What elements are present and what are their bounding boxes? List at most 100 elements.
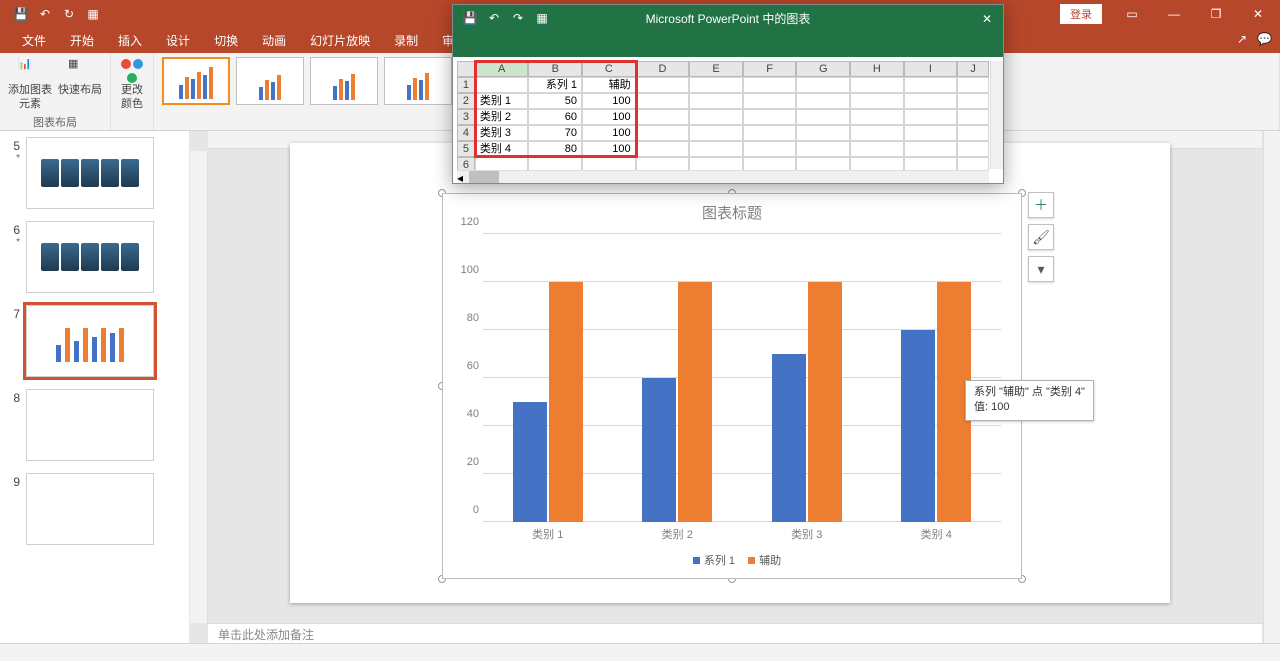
slide-thumb-7[interactable]: 7: [6, 305, 185, 377]
cell-C3[interactable]: 100: [582, 109, 636, 125]
cell-F5[interactable]: [743, 141, 797, 157]
cell-G5[interactable]: [796, 141, 850, 157]
excel-horizontal-scrollbar[interactable]: ◂: [457, 170, 989, 183]
cell-B4[interactable]: 70: [528, 125, 582, 141]
cell-A3[interactable]: 类别 2: [475, 109, 529, 125]
cell-H2[interactable]: [850, 93, 904, 109]
notes-placeholder[interactable]: 单击此处添加备注: [208, 623, 1262, 643]
cell-B3[interactable]: 60: [528, 109, 582, 125]
bar-系列 1-类别 2[interactable]: [642, 378, 676, 522]
cell-C5[interactable]: 100: [582, 141, 636, 157]
cell-H4[interactable]: [850, 125, 904, 141]
cell-I5[interactable]: [904, 141, 958, 157]
cell-H5[interactable]: [850, 141, 904, 157]
tab-slideshow[interactable]: 幻灯片放映: [298, 28, 382, 53]
cell-I1[interactable]: [904, 77, 958, 93]
col-header-i[interactable]: I: [904, 61, 958, 77]
excel-chart-icon[interactable]: ▦: [533, 9, 551, 27]
cell-G2[interactable]: [796, 93, 850, 109]
col-header-e[interactable]: E: [689, 61, 743, 77]
cell-A1[interactable]: [475, 77, 529, 93]
cell-F2[interactable]: [743, 93, 797, 109]
row-header-4[interactable]: 4: [457, 125, 475, 141]
slide-thumb-6[interactable]: 6*: [6, 221, 185, 293]
cell-B5[interactable]: 80: [528, 141, 582, 157]
cell-D4[interactable]: [636, 125, 690, 141]
cell-B1[interactable]: 系列 1: [528, 77, 582, 93]
bar-系列 1-类别 1[interactable]: [513, 402, 547, 522]
cell-J5[interactable]: [957, 141, 989, 157]
cell-D2[interactable]: [636, 93, 690, 109]
tab-record[interactable]: 录制: [382, 28, 430, 53]
cell-B2[interactable]: 50: [528, 93, 582, 109]
undo-icon[interactable]: ↶: [34, 3, 56, 25]
slide-thumb-8[interactable]: 8: [6, 389, 185, 461]
excel-save-icon[interactable]: 💾: [461, 9, 479, 27]
col-header-h[interactable]: H: [850, 61, 904, 77]
redo-icon[interactable]: ↻: [58, 3, 80, 25]
tab-animation[interactable]: 动画: [250, 28, 298, 53]
cell-G3[interactable]: [796, 109, 850, 125]
row-header-2[interactable]: 2: [457, 93, 475, 109]
chart-style-2[interactable]: [236, 57, 304, 105]
close-icon[interactable]: ✕: [1238, 0, 1278, 28]
login-button[interactable]: 登录: [1060, 4, 1102, 24]
cell-H1[interactable]: [850, 77, 904, 93]
cell-I4[interactable]: [904, 125, 958, 141]
cell-C2[interactable]: 100: [582, 93, 636, 109]
tab-insert[interactable]: 插入: [106, 28, 154, 53]
share-icon[interactable]: ↗: [1237, 32, 1247, 46]
cell-F3[interactable]: [743, 109, 797, 125]
excel-vertical-scrollbar[interactable]: [990, 61, 1003, 169]
tab-transition[interactable]: 切换: [202, 28, 250, 53]
chart-styles-button[interactable]: 🖌: [1028, 224, 1054, 250]
save-icon[interactable]: 💾: [10, 3, 32, 25]
add-chart-element-button[interactable]: 📊 添加图表 元素: [8, 57, 52, 112]
col-header-a[interactable]: A: [475, 61, 529, 77]
row-header-3[interactable]: 3: [457, 109, 475, 125]
bar-系列 1-类别 4[interactable]: [901, 330, 935, 522]
col-header-j[interactable]: J: [957, 61, 989, 77]
col-header-b[interactable]: B: [528, 61, 582, 77]
cell-A4[interactable]: 类别 3: [475, 125, 529, 141]
quick-layout-button[interactable]: ▦ 快速布局: [58, 57, 102, 97]
excel-undo-icon[interactable]: ↶: [485, 9, 503, 27]
cell-C4[interactable]: 100: [582, 125, 636, 141]
chart-style-4[interactable]: [384, 57, 452, 105]
minimize-icon[interactable]: —: [1154, 0, 1194, 28]
cell-I3[interactable]: [904, 109, 958, 125]
slide-thumb-5[interactable]: 5*: [6, 137, 185, 209]
slide-panel[interactable]: 5* 6* 7 8 9: [0, 131, 190, 643]
cell-D1[interactable]: [636, 77, 690, 93]
col-header-c[interactable]: C: [582, 61, 636, 77]
excel-close-icon[interactable]: ✕: [977, 9, 997, 29]
cell-J3[interactable]: [957, 109, 989, 125]
chart-filters-button[interactable]: ▾: [1028, 256, 1054, 282]
cell-E5[interactable]: [689, 141, 743, 157]
excel-grid[interactable]: A B C D E F G H I J 1系列 1辅助2类别 1501003类别…: [457, 61, 989, 169]
cell-A5[interactable]: 类别 4: [475, 141, 529, 157]
chart-style-3[interactable]: [310, 57, 378, 105]
slide-thumb-9[interactable]: 9: [6, 473, 185, 545]
cell-C1[interactable]: 辅助: [582, 77, 636, 93]
cell-G4[interactable]: [796, 125, 850, 141]
tab-file[interactable]: 文件: [10, 28, 58, 53]
bar-辅助-类别 2[interactable]: [678, 282, 712, 522]
cell-D5[interactable]: [636, 141, 690, 157]
col-header-g[interactable]: G: [796, 61, 850, 77]
change-color-button[interactable]: 更改 颜色: [119, 57, 145, 112]
comments-icon[interactable]: 💬: [1257, 32, 1272, 46]
chart-style-1[interactable]: [162, 57, 230, 105]
select-all-corner[interactable]: [457, 61, 475, 77]
vertical-scrollbar[interactable]: [1263, 131, 1280, 643]
cell-E3[interactable]: [689, 109, 743, 125]
chart-object[interactable]: 图表标题 0 20 40 60 80 100 120 类别 1类别 2类别 3类…: [442, 193, 1022, 579]
cell-E4[interactable]: [689, 125, 743, 141]
row-header-5[interactable]: 5: [457, 141, 475, 157]
bar-系列 1-类别 3[interactable]: [772, 354, 806, 522]
col-header-d[interactable]: D: [636, 61, 690, 77]
cell-J1[interactable]: [957, 77, 989, 93]
cell-J2[interactable]: [957, 93, 989, 109]
bar-辅助-类别 1[interactable]: [549, 282, 583, 522]
tab-home[interactable]: 开始: [58, 28, 106, 53]
